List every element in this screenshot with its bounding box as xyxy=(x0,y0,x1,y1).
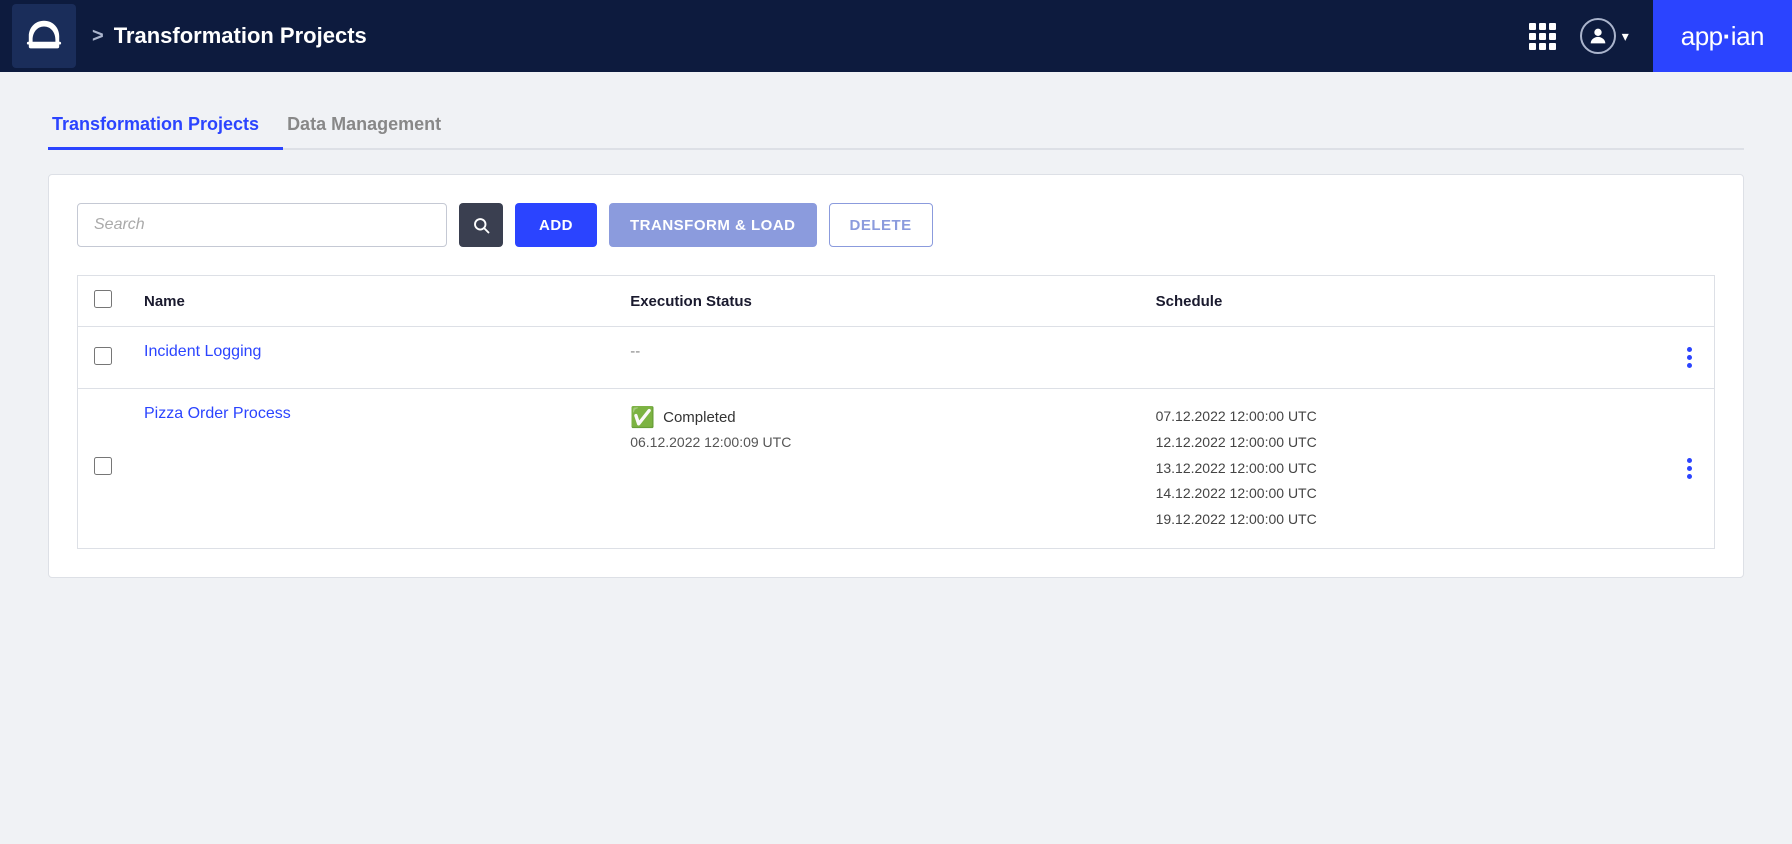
add-button[interactable]: ADD xyxy=(515,203,597,247)
table-row: Incident Logging -- xyxy=(78,327,1715,389)
schedule-item: 14.12.2022 12:00:00 UTC xyxy=(1156,482,1649,506)
row-2-actions xyxy=(1665,389,1715,549)
table-row: Pizza Order Process ✅ Completed 06.12.20… xyxy=(78,389,1715,549)
search-input[interactable] xyxy=(77,203,447,247)
user-icon xyxy=(1587,25,1609,47)
col-schedule: Schedule xyxy=(1140,276,1665,327)
row-1-name: Incident Logging xyxy=(128,327,614,389)
row-2-context-menu-button[interactable] xyxy=(1681,454,1698,483)
user-avatar xyxy=(1580,18,1616,54)
col-actions xyxy=(1665,276,1715,327)
row-2-schedule-list: 07.12.2022 12:00:00 UTC 12.12.2022 12:00… xyxy=(1156,405,1649,532)
col-checkbox xyxy=(78,276,129,327)
row-2-execution-date: 06.12.2022 12:00:09 UTC xyxy=(630,434,1123,450)
tab-bar: Transformation Projects Data Management xyxy=(48,104,1744,150)
user-menu-caret: ▾ xyxy=(1622,28,1629,45)
select-all-checkbox[interactable] xyxy=(94,290,112,308)
schedule-item: 07.12.2022 12:00:00 UTC xyxy=(1156,405,1649,429)
row-1-status: -- xyxy=(614,327,1139,389)
tab-data-management[interactable]: Data Management xyxy=(283,104,465,150)
page-title: Transformation Projects xyxy=(114,23,367,49)
schedule-item: 13.12.2022 12:00:00 UTC xyxy=(1156,457,1649,481)
row-1-checkbox[interactable] xyxy=(94,347,112,365)
row-2-name: Pizza Order Process xyxy=(128,389,614,549)
completed-check-icon: ✅ xyxy=(630,405,655,430)
row-1-actions xyxy=(1665,327,1715,389)
search-icon xyxy=(472,216,490,234)
pizza-order-process-link[interactable]: Pizza Order Process xyxy=(144,405,291,422)
row-2-status: ✅ Completed 06.12.2022 12:00:09 UTC xyxy=(614,389,1139,549)
apps-grid-button[interactable] xyxy=(1525,19,1560,54)
user-menu-button[interactable]: ▾ xyxy=(1580,18,1629,54)
row-checkbox-cell xyxy=(78,327,129,389)
appian-brand: app·ian xyxy=(1653,0,1792,72)
row-2-schedule: 07.12.2022 12:00:00 UTC 12.12.2022 12:00… xyxy=(1140,389,1665,549)
app-header: > Transformation Projects ▾ app·ian xyxy=(0,0,1792,72)
search-button[interactable] xyxy=(459,203,503,247)
delete-button[interactable]: DELETE xyxy=(829,203,933,247)
schedule-item: 19.12.2022 12:00:00 UTC xyxy=(1156,508,1649,532)
row-checkbox-cell xyxy=(78,389,129,549)
app-logo-box xyxy=(12,4,76,68)
tab-transformation-projects[interactable]: Transformation Projects xyxy=(48,104,283,150)
row-2-status-badge: ✅ Completed xyxy=(630,405,1123,430)
row-1-status-value: -- xyxy=(630,343,640,360)
header-right-actions: ▾ xyxy=(1525,18,1629,54)
helmet-icon xyxy=(25,17,63,55)
incident-logging-link[interactable]: Incident Logging xyxy=(144,343,261,360)
row-1-context-menu-button[interactable] xyxy=(1681,343,1698,372)
toolbar: ADD TRANSFORM & LOAD DELETE xyxy=(77,203,1715,247)
projects-table: Name Execution Status Schedule Incident … xyxy=(77,275,1715,549)
col-execution-status: Execution Status xyxy=(614,276,1139,327)
transform-load-button[interactable]: TRANSFORM & LOAD xyxy=(609,203,817,247)
row-2-checkbox[interactable] xyxy=(94,457,112,475)
appian-logo-text: app·ian xyxy=(1681,21,1764,52)
schedule-item: 12.12.2022 12:00:00 UTC xyxy=(1156,431,1649,455)
row-2-status-label: Completed xyxy=(663,409,736,426)
breadcrumb-chevron: > xyxy=(92,25,104,48)
row-1-schedule xyxy=(1140,327,1665,389)
col-name: Name xyxy=(128,276,614,327)
breadcrumb: > Transformation Projects xyxy=(92,23,367,49)
main-content: Transformation Projects Data Management … xyxy=(0,72,1792,610)
main-card: ADD TRANSFORM & LOAD DELETE Name Executi… xyxy=(48,174,1744,578)
